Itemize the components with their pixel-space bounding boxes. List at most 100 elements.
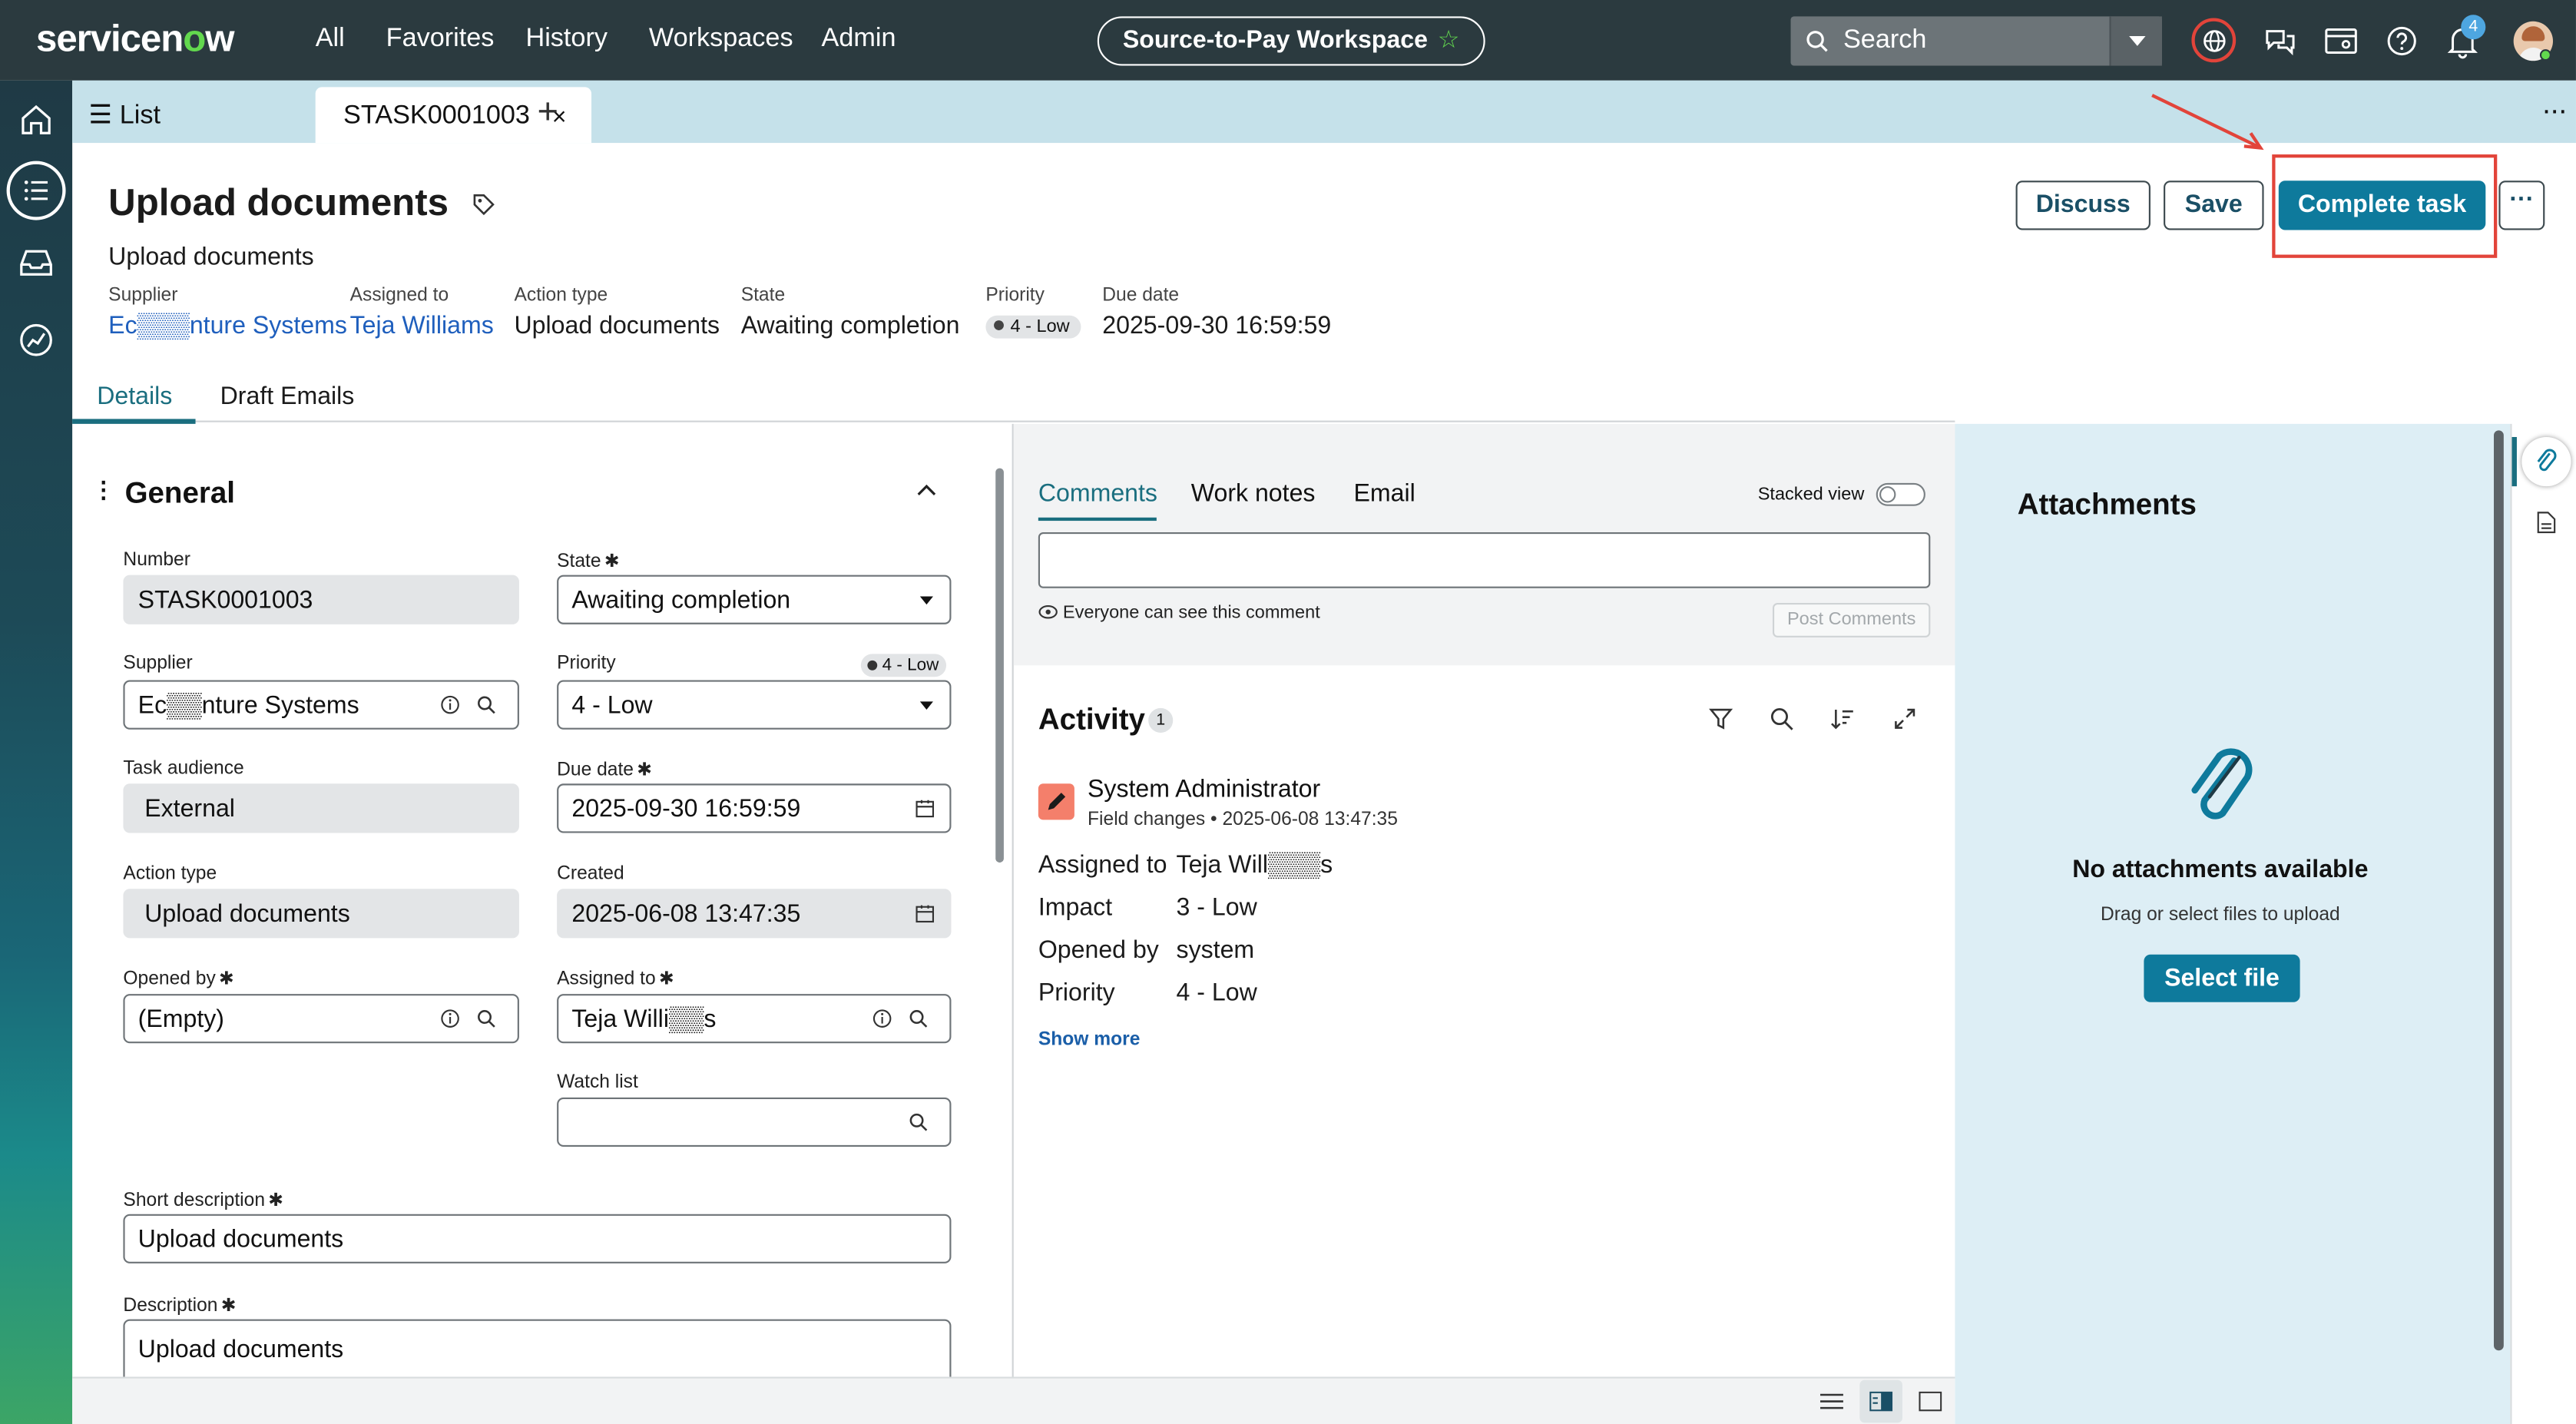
global-search[interactable]: Search (1790, 16, 2162, 66)
workspace-pill[interactable]: Source-to-Pay Workspace ☆ (1097, 16, 1485, 66)
tab-details[interactable]: Details (97, 382, 172, 410)
activity-title: Activity (1038, 703, 1145, 737)
tab-work-notes[interactable]: Work notes (1191, 480, 1316, 508)
stacked-view-toggle[interactable] (1876, 482, 1925, 506)
opened-by-field[interactable]: (Empty) (123, 994, 519, 1044)
search-scope-dropdown[interactable] (2109, 16, 2162, 66)
eye-icon (1038, 605, 1058, 619)
opened-by-label: Opened by ✱ (123, 969, 234, 989)
more-actions-button[interactable]: ··· (2498, 180, 2545, 230)
chat-icon[interactable] (2260, 22, 2300, 61)
search-icon (1806, 31, 1828, 52)
priority-label: Priority (557, 654, 616, 674)
info-icon[interactable] (872, 1008, 892, 1028)
edit-avatar-icon (1038, 783, 1074, 820)
stacked-view-label: Stacked view (1757, 485, 1865, 505)
list-view-icon[interactable] (1820, 1392, 1843, 1412)
caret-down-icon (919, 701, 933, 710)
attachments-rail-button[interactable] (2521, 436, 2571, 487)
priority-field-badge: 4 - Low (860, 654, 947, 677)
add-tab-icon[interactable]: + (537, 91, 558, 134)
tab-comments[interactable]: Comments (1038, 480, 1157, 508)
watch-list-field[interactable] (557, 1097, 952, 1147)
number-label: Number (123, 550, 190, 571)
help-icon[interactable] (2382, 22, 2422, 61)
description-field[interactable]: Upload documents (123, 1319, 952, 1386)
single-view-icon[interactable] (1919, 1391, 1942, 1412)
change-value: system (1176, 936, 1255, 965)
info-icon[interactable] (440, 1008, 460, 1028)
expand-icon[interactable] (1892, 707, 1917, 731)
tab-draft-emails[interactable]: Draft Emails (220, 382, 355, 410)
search-icon[interactable] (476, 695, 496, 715)
tab-email[interactable]: Email (1354, 480, 1415, 508)
search-icon[interactable] (1770, 707, 1794, 731)
caret-down-icon (919, 596, 933, 605)
show-more-link[interactable]: Show more (1038, 1030, 1141, 1050)
inbox-icon[interactable] (16, 243, 55, 283)
tag-icon[interactable] (472, 192, 497, 217)
servicenow-logo[interactable]: servicenow (36, 16, 234, 61)
workspace-pill-label: Source-to-Pay Workspace (1122, 26, 1428, 55)
calendar-icon[interactable] (915, 799, 935, 819)
assigned-to-field[interactable]: Teja Willi▒▒s (557, 994, 952, 1044)
search-icon[interactable] (909, 1112, 929, 1132)
highlight-box (2272, 154, 2498, 258)
analytics-icon[interactable] (16, 320, 55, 359)
globe-icon (2204, 30, 2226, 52)
nav-admin[interactable]: Admin (822, 25, 896, 55)
discuss-button[interactable]: Discuss (2015, 180, 2151, 230)
tabbar-more-icon[interactable]: ··· (2541, 94, 2568, 128)
short-description-field[interactable]: Upload documents (123, 1214, 952, 1263)
comment-textarea[interactable] (1038, 532, 1931, 588)
split-view-button[interactable] (1859, 1379, 1902, 1423)
search-icon[interactable] (476, 1008, 496, 1028)
no-attachments-text: No attachments available (2072, 856, 2369, 884)
number-field: STASK0001003 (123, 575, 519, 624)
nav-workspaces[interactable]: Workspaces (649, 25, 793, 55)
attachments-scrollbar[interactable] (2494, 430, 2504, 1351)
document-icon[interactable] (2537, 511, 2557, 534)
change-field: Assigned to (1038, 851, 1167, 879)
state-select[interactable]: Awaiting completion (557, 575, 952, 624)
save-button[interactable]: Save (2164, 180, 2264, 230)
workspace-switcher-icon[interactable] (2321, 22, 2360, 61)
watch-list-label: Watch list (557, 1072, 638, 1093)
nav-history[interactable]: History (525, 25, 607, 55)
chevron-up-icon[interactable] (915, 478, 938, 501)
drag-handle-icon[interactable]: ⋮ (92, 476, 115, 504)
due-date-field[interactable]: 2025-09-30 16:59:59 (557, 783, 952, 833)
action-type-field: Upload documents (123, 889, 519, 939)
annotation-arrow (2151, 94, 2264, 151)
tab-list-label: List (119, 101, 161, 130)
sort-icon[interactable] (1830, 707, 1855, 731)
star-icon[interactable]: ☆ (1438, 26, 1460, 54)
assigned-to-link[interactable]: Teja Williams (350, 312, 494, 339)
priority-select[interactable]: 4 - Low (557, 680, 952, 730)
change-field: Priority (1038, 979, 1115, 1008)
home-icon[interactable] (16, 100, 55, 139)
info-icon[interactable] (440, 695, 460, 715)
left-rail (0, 80, 73, 1424)
right-rail (2510, 423, 2576, 1424)
comment-visibility: Everyone can see this comment (1038, 603, 1320, 623)
filter-icon[interactable] (1709, 707, 1733, 731)
supplier-link[interactable]: Ec▒▒▒nture Systems (108, 312, 347, 339)
list-icon (24, 180, 48, 201)
created-field: 2025-06-08 13:47:35 (557, 889, 952, 939)
rail-active-indicator (2511, 436, 2517, 487)
list-nav-button[interactable] (6, 161, 66, 220)
nav-all[interactable]: All (316, 25, 345, 55)
select-file-button[interactable]: Select file (2144, 954, 2300, 1002)
due-date-label: Due date ✱ (557, 760, 652, 781)
meta-supplier: Supplier Ec▒▒▒nture Systems (108, 286, 347, 340)
form-scrollbar[interactable] (995, 468, 1004, 863)
nav-favorites[interactable]: Favorites (386, 25, 495, 55)
language-globe-button[interactable] (2191, 18, 2237, 63)
supplier-field[interactable]: Ec▒▒nture Systems (123, 680, 519, 730)
tab-list[interactable]: ☰ List (89, 98, 161, 131)
bottom-toolbar (72, 1376, 1955, 1424)
post-comments-button[interactable]: Post Comments (1772, 603, 1931, 637)
change-field: Impact (1038, 893, 1113, 922)
search-icon[interactable] (909, 1008, 929, 1028)
